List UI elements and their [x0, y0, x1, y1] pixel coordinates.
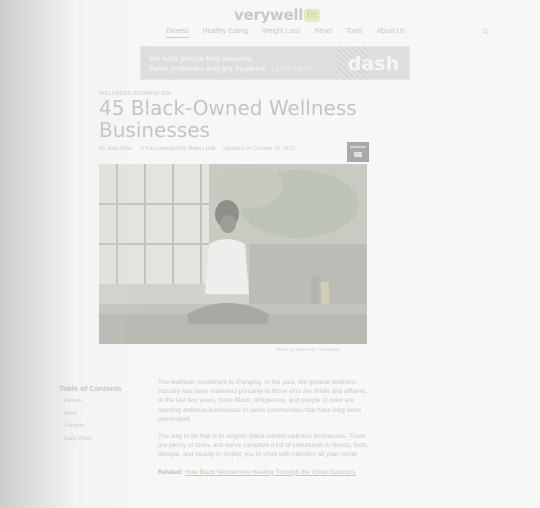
- author-byline[interactable]: By Julia Sims: [99, 146, 132, 152]
- related-label: Related:: [158, 468, 184, 476]
- nav-item-tools[interactable]: Tools: [346, 28, 362, 38]
- ad-banner[interactable]: We help people find answers, solve probl…: [140, 46, 410, 80]
- nav-item-weight-loss[interactable]: Weight Loss: [262, 28, 300, 38]
- ad-line-1: We help people find answers,: [149, 54, 254, 63]
- fact-check-line: ✔ Fact checked by Marley Hall: [140, 146, 215, 152]
- logo-badge: fit: [304, 9, 320, 22]
- related-link[interactable]: How Black Women Are Healing Through the …: [185, 469, 356, 476]
- ad-line-2: solve problems and get inspired.: [149, 64, 267, 73]
- ad-brand-logo: dash: [347, 53, 399, 75]
- logo-text: verywell: [234, 6, 304, 24]
- table-of-contents: Fitness Food Lifestyle Daily Vibes: [64, 398, 91, 448]
- article-page: verywell fit Fitness Healthy Eating Weigh…: [0, 0, 540, 508]
- share-button[interactable]: [347, 142, 369, 162]
- article-title: 45 Black-Owned Wellness Businesses: [99, 96, 357, 142]
- nav-item-fitness[interactable]: Fitness: [166, 28, 189, 38]
- toc-item-lifestyle[interactable]: Lifestyle: [64, 423, 91, 436]
- toc-item-daily-vibes[interactable]: Daily Vibes: [64, 436, 91, 449]
- ad-text: We help people find answers, solve probl…: [149, 54, 312, 75]
- updated-date: Updated on October 31, 2021: [223, 146, 296, 152]
- site-logo[interactable]: verywell fit: [234, 6, 320, 24]
- site-header: verywell fit Fitness Healthy Eating Weigh…: [0, 0, 540, 48]
- body-paragraph-2: The way to do that is to support Black-o…: [158, 433, 369, 459]
- search-icon[interactable]: [482, 28, 489, 35]
- nav-item-healthy-eating[interactable]: Healthy Eating: [203, 28, 249, 38]
- hero-illustration: [99, 164, 367, 344]
- toc-title: Table of Contents: [59, 384, 122, 393]
- share-label-bar: [350, 146, 366, 148]
- nav-item-news[interactable]: News: [314, 28, 332, 38]
- body-related: Related: How Black Women Are Healing Thr…: [158, 468, 370, 477]
- main-nav: Fitness Healthy Eating Weight Loss News …: [166, 28, 405, 38]
- nav-item-about-us[interactable]: About Us: [376, 28, 405, 38]
- toc-item-food[interactable]: Food: [64, 411, 91, 424]
- article-meta: By Julia Sims ✔ Fact checked by Marley H…: [99, 146, 296, 152]
- image-caption: Photo by Santi Vedri / Unsplash: [276, 347, 340, 352]
- hero-image: [99, 164, 367, 344]
- ad-learn-more-link[interactable]: LEARN MORE: [272, 67, 312, 73]
- toc-item-fitness[interactable]: Fitness: [64, 398, 91, 411]
- fact-checker[interactable]: Fact checked by Marley Hall: [146, 146, 215, 152]
- share-icon: [354, 152, 362, 157]
- body-paragraph-1: The wellness movement is changing. In th…: [158, 379, 367, 423]
- article-body: The wellness movement is changing. In th…: [158, 378, 370, 485]
